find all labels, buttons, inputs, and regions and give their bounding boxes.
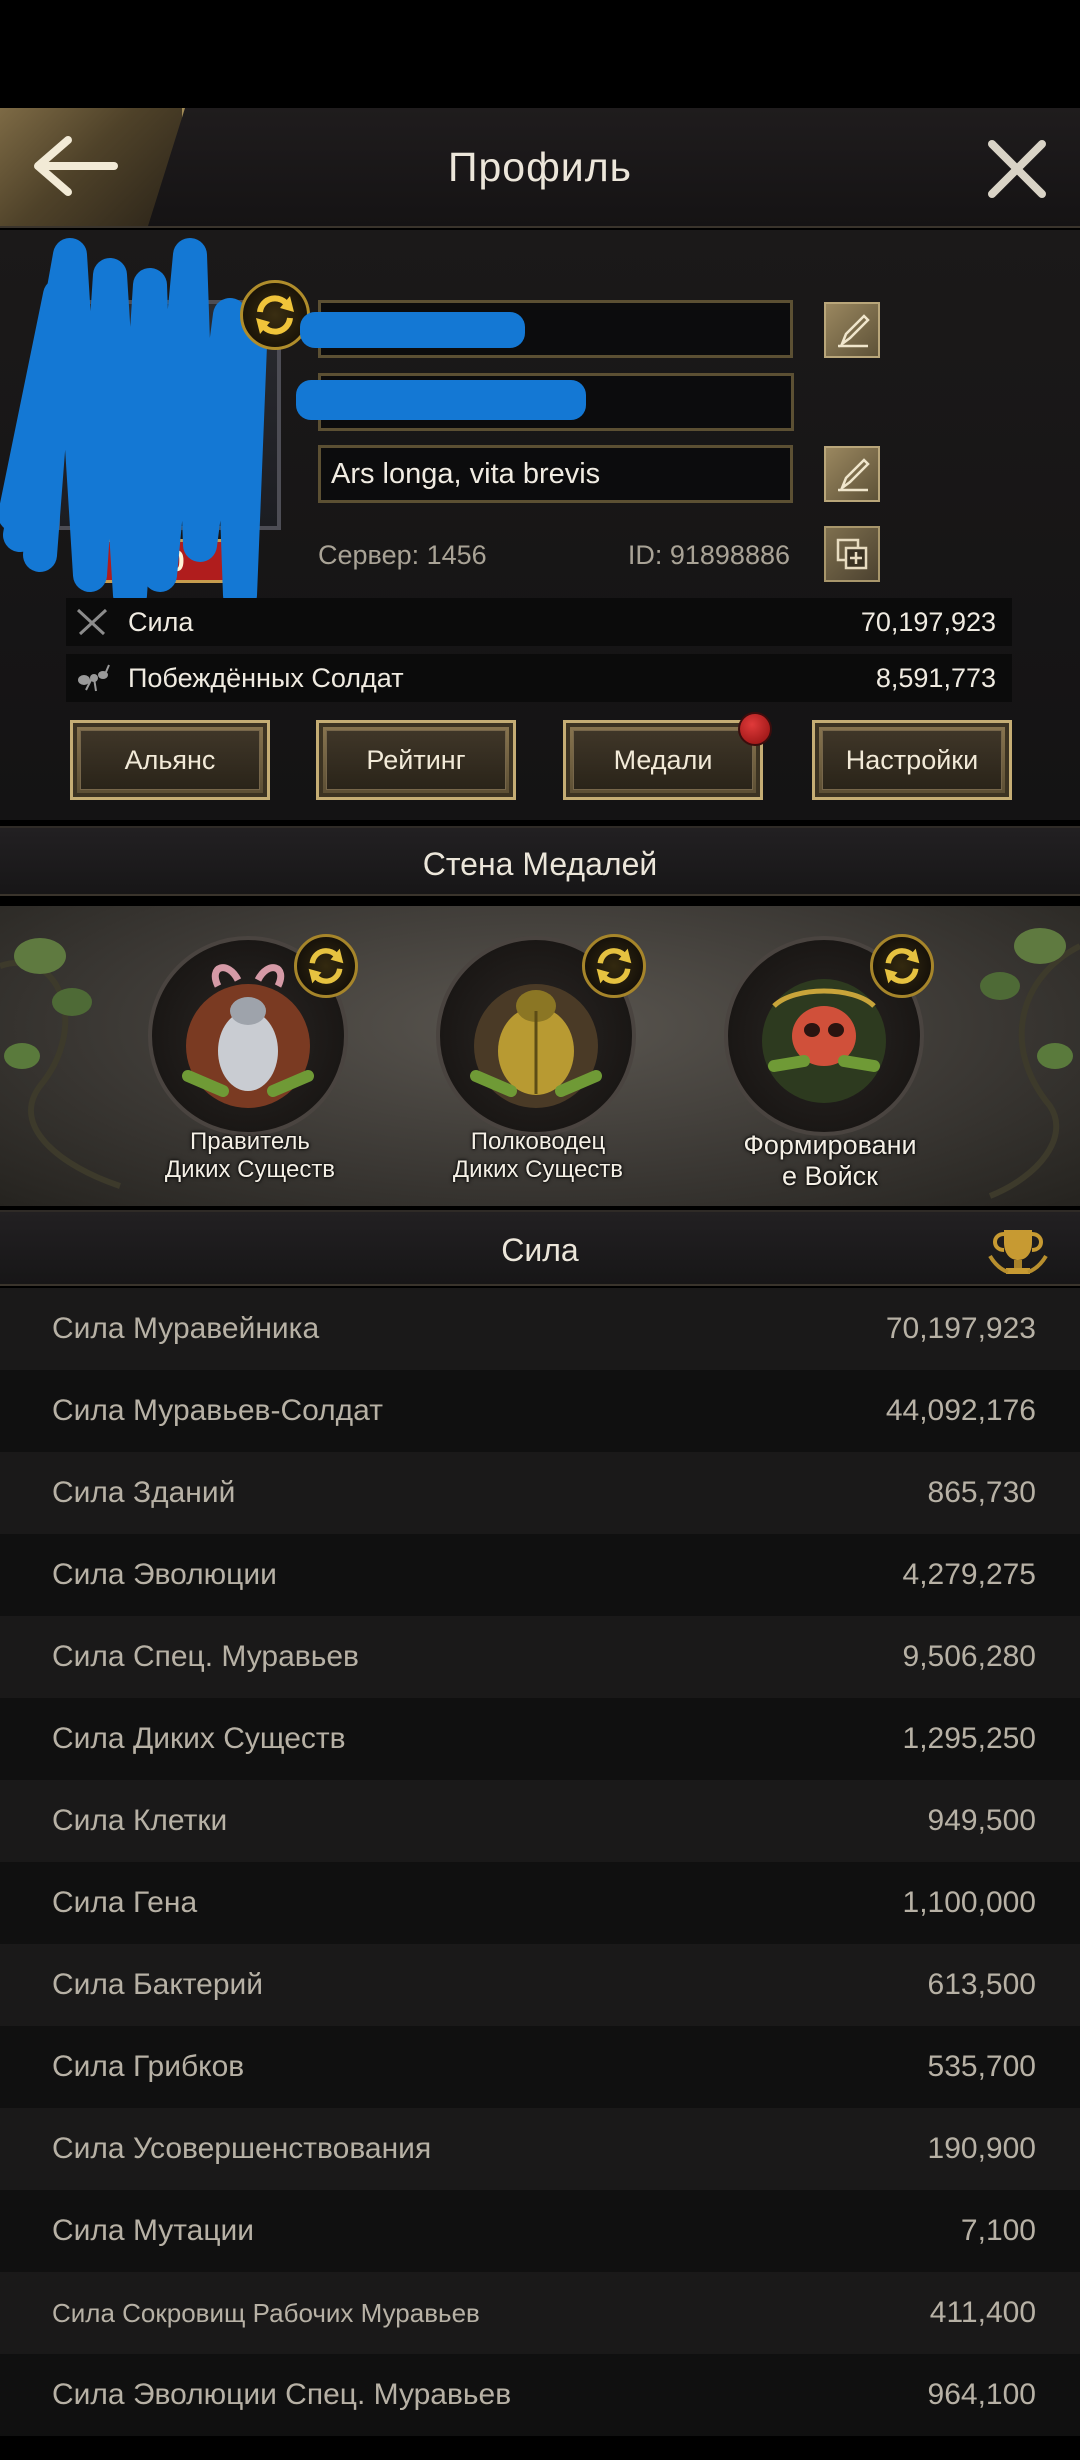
copy-icon [836, 538, 868, 570]
medals-button[interactable]: Медали [563, 720, 763, 800]
rating-button-label: Рейтинг [366, 745, 466, 775]
pen-icon [838, 314, 870, 348]
list-item: Сила Гена 1,100,000 [0, 1862, 1080, 1944]
list-item: Сила Муравьев-Солдат 44,092,176 [0, 1370, 1080, 1452]
medals-button-label: Медали [613, 745, 713, 775]
alliance-button[interactable]: Альянс [70, 720, 270, 800]
medal-wild-creatures-ruler[interactable] [148, 934, 358, 1146]
server-label: Сервер: 1456 [318, 540, 487, 570]
list-item: Сила Мутации 7,100 [0, 2190, 1080, 2272]
list-item: Сила Бактерий 613,500 [0, 1944, 1080, 2026]
scarab-beetle-icon [470, 984, 602, 1108]
crossed-swords-icon [76, 608, 108, 636]
list-item: Сила Клетки 949,500 [0, 1780, 1080, 1862]
medal-wall: Правитель Диких Существ Полководец Диких С… [0, 906, 1080, 1206]
trophy-icon[interactable] [988, 1226, 1048, 1278]
player-id: ID: 91898886 [627, 540, 790, 570]
medal-caption: Полководец Диких Существ [452, 1128, 624, 1183]
rating-button[interactable]: Рейтинг [316, 720, 516, 800]
power-section-title: Сила [501, 1232, 579, 1268]
power-list: Сила Муравейника 70,197,923 Сила Муравьев… [0, 1288, 1080, 2436]
page-title: Профиль [448, 144, 632, 190]
edit-name-button[interactable] [824, 302, 880, 358]
notification-dot [738, 712, 772, 746]
medal-wall-header: Стена Медалей [0, 826, 1080, 896]
close-icon [988, 140, 1046, 198]
list-item: Сила Эволюции Спец. Муравьев 964,100 [0, 2354, 1080, 2436]
ant-icon [78, 664, 110, 692]
list-item: Сила Сокровищ Рабочих Муравьев 411,400 [0, 2272, 1080, 2354]
medal-refresh-button[interactable] [870, 934, 934, 998]
settings-button-label: Настройки [845, 745, 979, 775]
redaction-scribble [0, 238, 267, 612]
ant-head-icon [762, 979, 886, 1103]
header: Профиль [0, 108, 1080, 228]
list-item: Сила Диких Существ 1,295,250 [0, 1698, 1080, 1780]
medal-wild-creatures-commander[interactable] [436, 934, 646, 1146]
power-stat-row: Сила 70,197,923 [66, 598, 1012, 646]
list-item: Сила Зданий 865,730 [0, 1452, 1080, 1534]
motto-field[interactable]: Ars longa, vita brevis [318, 445, 793, 503]
refresh-icon [256, 295, 294, 335]
list-item: Сила Грибков 535,700 [0, 2026, 1080, 2108]
power-value: 70,197,923 [860, 607, 996, 637]
defeated-soldiers-row: Побеждённых Солдат 8,591,773 [66, 654, 1012, 702]
refresh-icon [596, 948, 632, 984]
alliance-button-label: Альянс [124, 745, 216, 775]
avatar-refresh-button[interactable] [240, 280, 310, 350]
redaction-stroke [296, 380, 586, 420]
medal-refresh-button[interactable] [582, 934, 646, 998]
list-item: Сила Эволюции 4,279,275 [0, 1534, 1080, 1616]
power-label: Сила [128, 607, 194, 637]
copy-id-button[interactable] [824, 526, 880, 582]
medal-troop-formation[interactable] [724, 934, 934, 1146]
pen-icon [838, 458, 870, 492]
medal-caption: Формировани е Войск [743, 1130, 917, 1191]
edit-motto-button[interactable] [824, 446, 880, 502]
close-button[interactable] [986, 138, 1048, 200]
refresh-icon [884, 948, 920, 984]
list-item: Сила Усовершенствования 190,900 [0, 2108, 1080, 2190]
status-bar [0, 0, 1080, 108]
medal-refresh-button[interactable] [294, 934, 358, 998]
settings-button[interactable]: Настройки [812, 720, 1012, 800]
medal-caption: Правитель Диких Существ [164, 1128, 336, 1183]
list-item: Сила Спец. Муравьев 9,506,280 [0, 1616, 1080, 1698]
power-section-header: Сила [0, 1210, 1080, 1286]
stag-beetle-icon [182, 964, 314, 1108]
redaction-stroke [300, 312, 525, 348]
defeated-soldiers-value: 8,591,773 [875, 663, 996, 693]
refresh-icon [308, 948, 344, 984]
list-item: Сила Муравейника 70,197,923 [0, 1288, 1080, 1370]
medal-wall-title: Стена Медалей [422, 846, 658, 882]
profile-panel: 10 Ars longa, vita brevis Сервер: 1456 I… [0, 230, 1080, 820]
defeated-soldiers-label: Побеждённых Солдат [128, 663, 404, 693]
